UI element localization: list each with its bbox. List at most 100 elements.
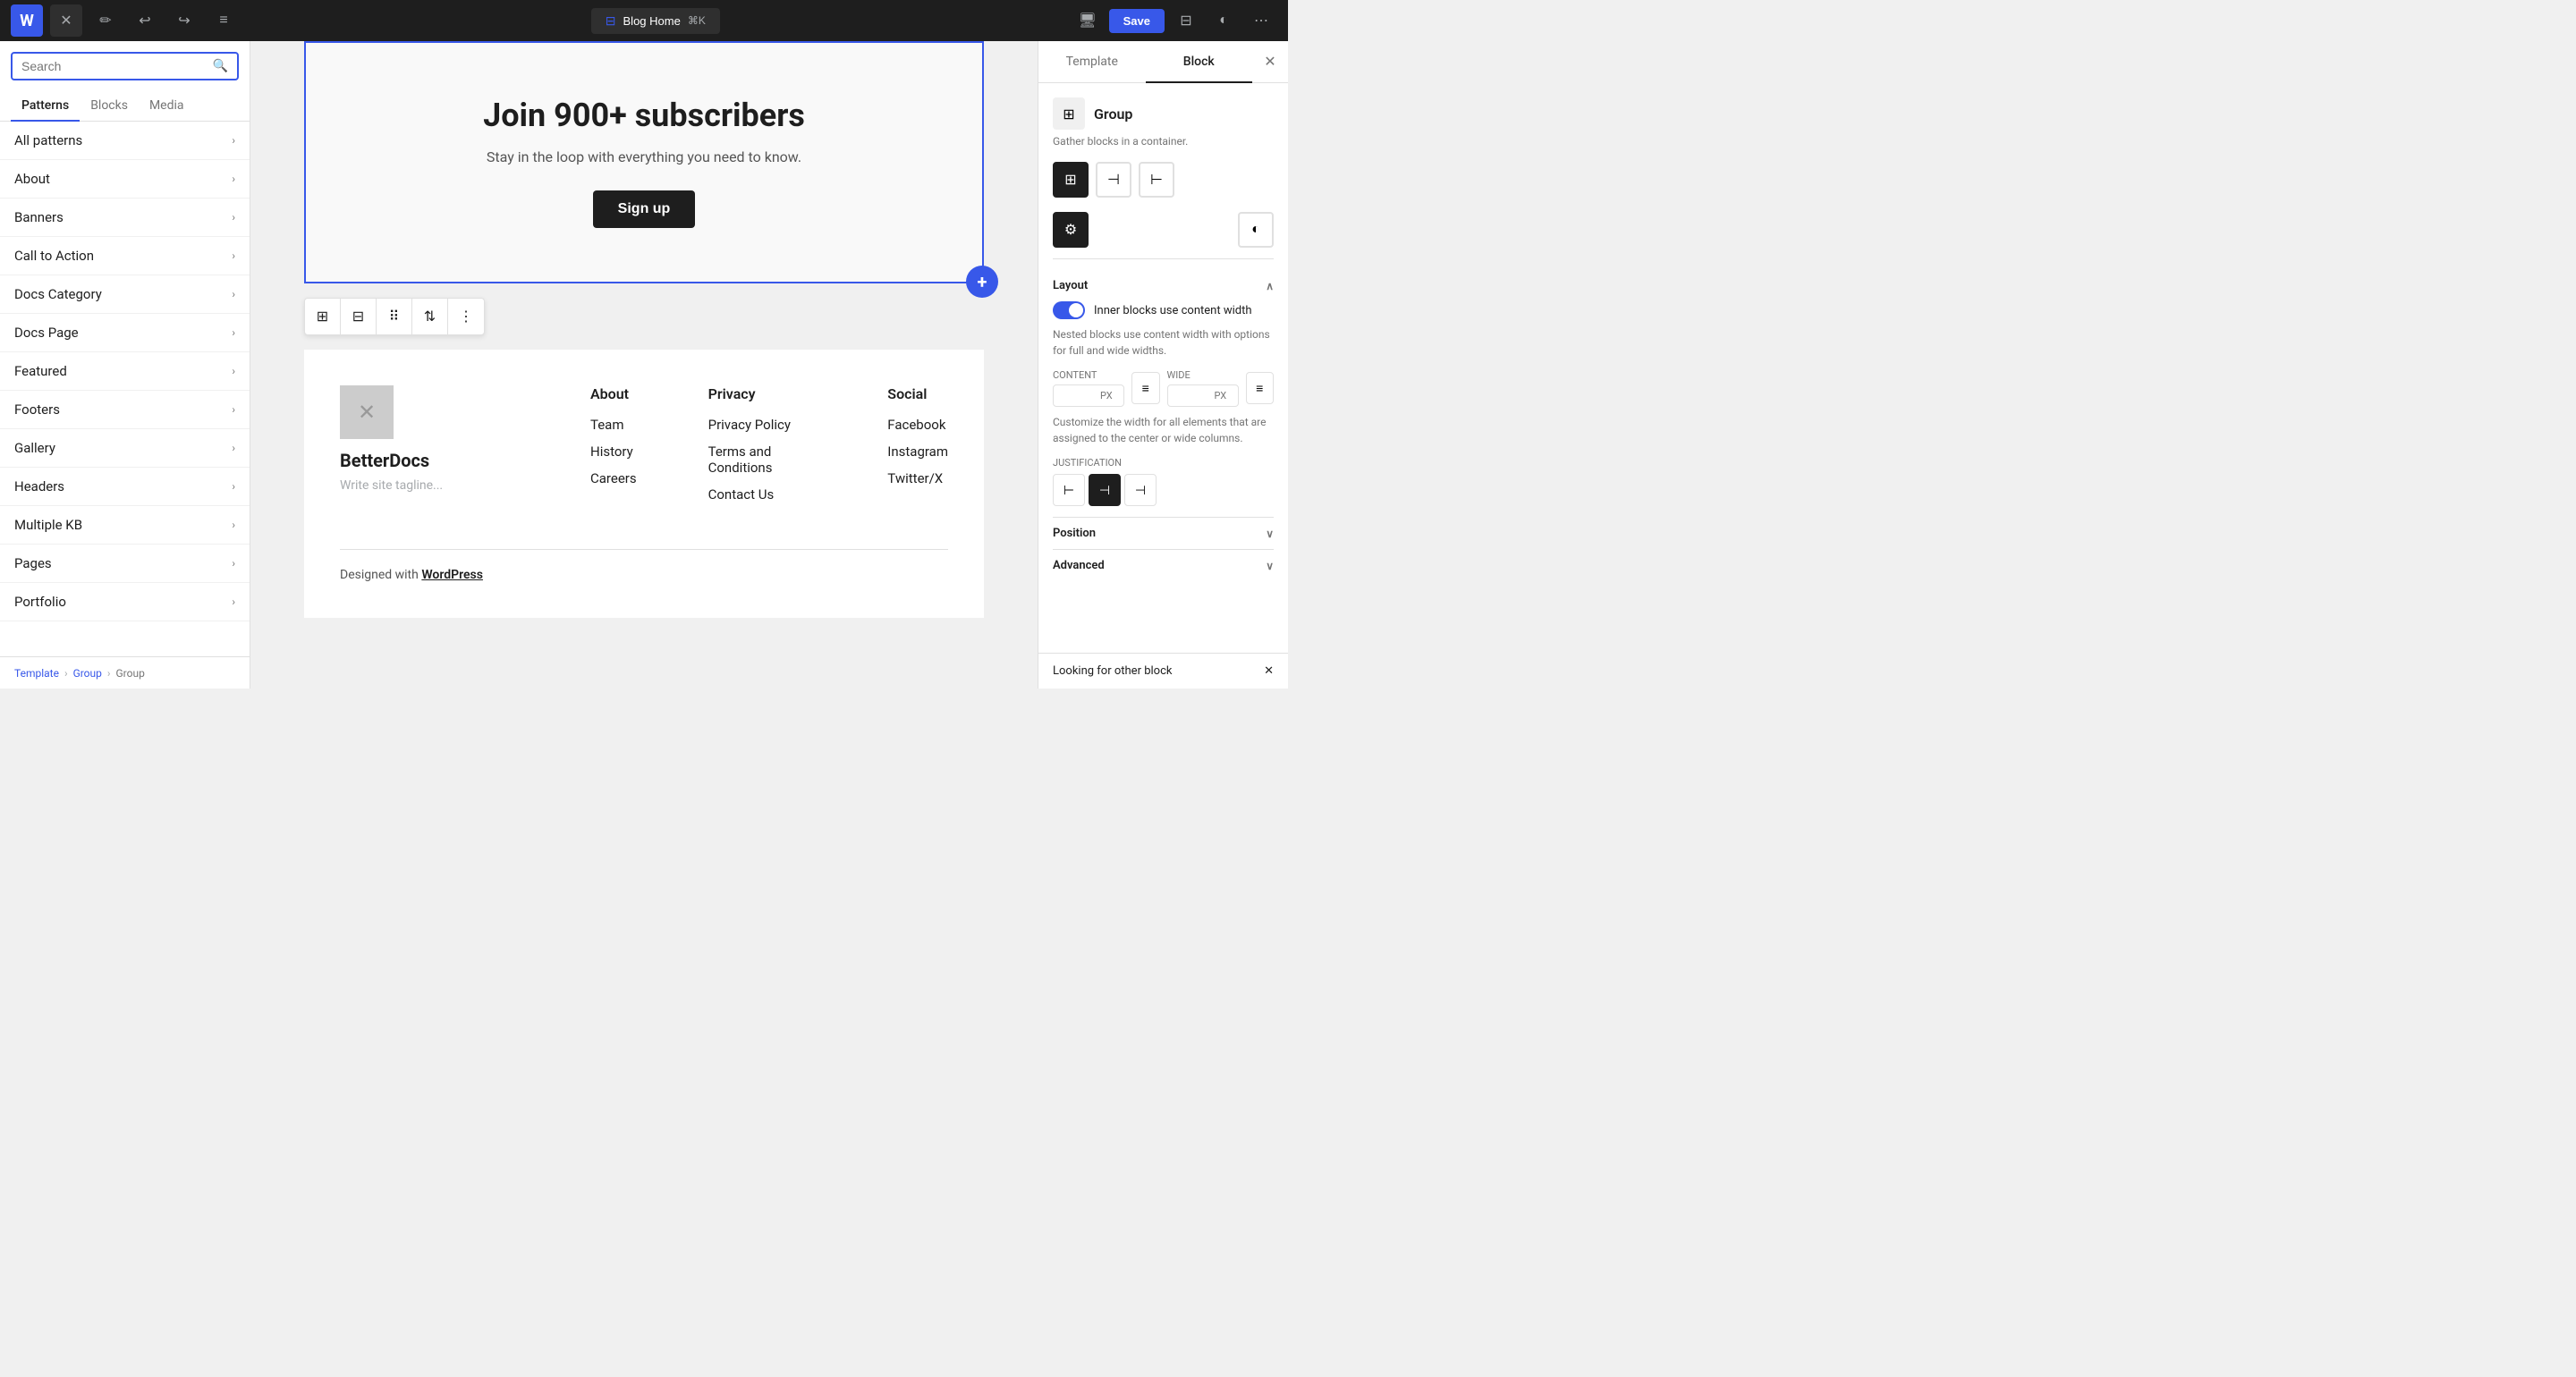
close-button[interactable]: ✕ [50, 4, 82, 37]
signup-button[interactable]: Sign up [593, 190, 696, 228]
sidebar-item-portfolio[interactable]: Portfolio › [0, 583, 250, 621]
sidebar-item-docs-category[interactable]: Docs Category › [0, 275, 250, 314]
tab-patterns[interactable]: Patterns [11, 91, 80, 122]
content-width-input[interactable]: PX [1053, 384, 1124, 407]
style-group-button[interactable]: ⊞ [1053, 162, 1089, 198]
pencil-icon[interactable]: ✏ [89, 4, 122, 37]
sidebar-item-docs-page[interactable]: Docs Page › [0, 314, 250, 352]
sidebar-tabs: Patterns Blocks Media [0, 91, 250, 122]
wide-label: WIDE [1167, 369, 1239, 381]
sidebar-item-call-to-action[interactable]: Call to Action › [0, 237, 250, 275]
sidebar-item-footers[interactable]: Footers › [0, 391, 250, 429]
chevron-icon: › [232, 557, 235, 570]
sidebar-item-gallery[interactable]: Gallery › [0, 429, 250, 468]
wp-logo-icon[interactable]: W [11, 4, 43, 37]
chevron-icon: › [232, 211, 235, 224]
position-section[interactable]: Position ∨ [1053, 517, 1274, 549]
sidebar-item-label: All patterns [14, 132, 82, 148]
block-move-icon[interactable]: ⇅ [412, 299, 448, 334]
block-type-name: Group [1094, 106, 1132, 122]
sidebar-toggle-icon[interactable]: ⊟ [1170, 4, 1202, 37]
wide-width-input[interactable]: PX [1167, 384, 1239, 407]
tab-block[interactable]: Block [1146, 42, 1253, 83]
footer-bottom: Designed with WordPress [340, 549, 948, 582]
save-button[interactable]: Save [1109, 9, 1165, 33]
sidebar-item-all-patterns[interactable]: All patterns › [0, 122, 250, 160]
footer-top: ✕ BetterDocs Write site tagline... About… [340, 385, 948, 513]
block-group-icon[interactable]: ⊞ [305, 299, 341, 334]
right-sidebar-close-button[interactable]: ✕ [1252, 41, 1288, 82]
sidebar-item-headers[interactable]: Headers › [0, 468, 250, 506]
looking-for-block[interactable]: Looking for other block ✕ [1038, 653, 1288, 688]
just-center-button[interactable]: ⊣ [1089, 474, 1121, 506]
footer-nav-twitter[interactable]: Twitter/X [887, 470, 948, 486]
list-view-icon[interactable]: ≡ [208, 4, 240, 37]
wide-align-button[interactable]: ≡ [1246, 372, 1275, 404]
top-toolbar: W ✕ ✏ ↩ ↪ ≡ ⊟ Blog Home ⌘K 🖥 Save ⊟ ◐ ⋯ [0, 0, 1288, 41]
footer-nav-social: Social Facebook Instagram Twitter/X [887, 385, 948, 513]
tab-media[interactable]: Media [139, 91, 195, 122]
style-stack-button[interactable]: ⊢ [1139, 162, 1174, 198]
contrast-toggle-icon[interactable]: ◐ [1208, 4, 1240, 37]
customize-desc: Customize the width for all elements tha… [1053, 414, 1274, 446]
footer-nav-careers[interactable]: Careers [590, 470, 637, 486]
footer-nav-terms[interactable]: Terms and Conditions [708, 444, 817, 476]
redo-icon[interactable]: ↪ [168, 4, 200, 37]
sidebar-item-pages[interactable]: Pages › [0, 545, 250, 583]
chevron-icon: › [232, 134, 235, 147]
block-link-icon[interactable]: ⊟ [341, 299, 377, 334]
chevron-icon: › [232, 173, 235, 185]
layout-section-header[interactable]: Layout ∧ [1053, 270, 1274, 301]
breadcrumb-template[interactable]: Template [14, 667, 59, 680]
more-options-icon[interactable]: ⋯ [1245, 4, 1277, 37]
wide-width-value[interactable] [1175, 389, 1211, 402]
toolbar-right: 🖥 Save ⊟ ◐ ⋯ [1072, 4, 1277, 37]
search-box[interactable]: 🔍 [11, 52, 239, 80]
just-left-button[interactable]: ⊢ [1053, 474, 1085, 506]
footer-nav-contact[interactable]: Contact Us [708, 486, 817, 503]
content-align-button[interactable]: ≡ [1131, 372, 1160, 404]
looking-for-label: Looking for other block [1053, 664, 1172, 678]
tab-template[interactable]: Template [1038, 42, 1146, 83]
chevron-icon: › [232, 365, 235, 377]
style-row-button[interactable]: ⊣ [1096, 162, 1131, 198]
breadcrumb-group-2: Group [116, 667, 145, 680]
footer-nav-privacy-policy[interactable]: Privacy Policy [708, 417, 817, 433]
advanced-section[interactable]: Advanced ∨ [1053, 549, 1274, 581]
settings-icon-button[interactable]: ⚙ [1053, 212, 1089, 248]
footer-tagline[interactable]: Write site tagline... [340, 478, 519, 493]
block-more-icon[interactable]: ⋮ [448, 299, 484, 334]
undo-icon[interactable]: ↩ [129, 4, 161, 37]
desktop-view-icon[interactable]: 🖥 [1072, 4, 1104, 37]
block-drag-icon[interactable]: ⠿ [377, 299, 412, 334]
sidebar-item-label: About [14, 171, 50, 187]
sidebar-item-about[interactable]: About › [0, 160, 250, 199]
position-label: Position [1053, 527, 1096, 540]
contrast-icon-button[interactable]: ◐ [1238, 212, 1274, 248]
tab-blocks[interactable]: Blocks [80, 91, 139, 122]
just-right-button[interactable]: ⊣ [1124, 474, 1157, 506]
footer-nav-team[interactable]: Team [590, 417, 637, 433]
blog-home-button[interactable]: ⊟ Blog Home ⌘K [591, 8, 720, 34]
newsletter-subtitle: Stay in the loop with everything you nee… [342, 148, 946, 165]
chevron-icon: › [232, 596, 235, 608]
keyboard-shortcut: ⌘K [688, 14, 706, 27]
sidebar-item-banners[interactable]: Banners › [0, 199, 250, 237]
search-input[interactable] [21, 59, 206, 73]
sidebar-item-featured[interactable]: Featured › [0, 352, 250, 391]
main-layout: 🔍 Patterns Blocks Media All patterns › A… [0, 41, 1288, 688]
footer-nav-instagram[interactable]: Instagram [887, 444, 948, 460]
breadcrumb-group-1[interactable]: Group [73, 667, 102, 680]
looking-for-close-icon[interactable]: ✕ [1264, 664, 1274, 678]
toggle-label: Inner blocks use content width [1094, 304, 1252, 317]
sidebar-item-multiple-kb[interactable]: Multiple KB › [0, 506, 250, 545]
content-width-value[interactable] [1061, 389, 1097, 402]
footer-nav-facebook[interactable]: Facebook [887, 417, 948, 433]
add-block-icon[interactable]: + [966, 266, 998, 298]
footer-nav-history[interactable]: History [590, 444, 637, 460]
footer-wordpress-link[interactable]: WordPress [421, 568, 483, 582]
inner-blocks-toggle[interactable] [1053, 301, 1085, 319]
content-label: CONTENT [1053, 369, 1124, 381]
breadcrumb: Template › Group › Group [0, 656, 250, 688]
newsletter-block[interactable]: Join 900+ subscribers Stay in the loop w… [304, 41, 984, 283]
